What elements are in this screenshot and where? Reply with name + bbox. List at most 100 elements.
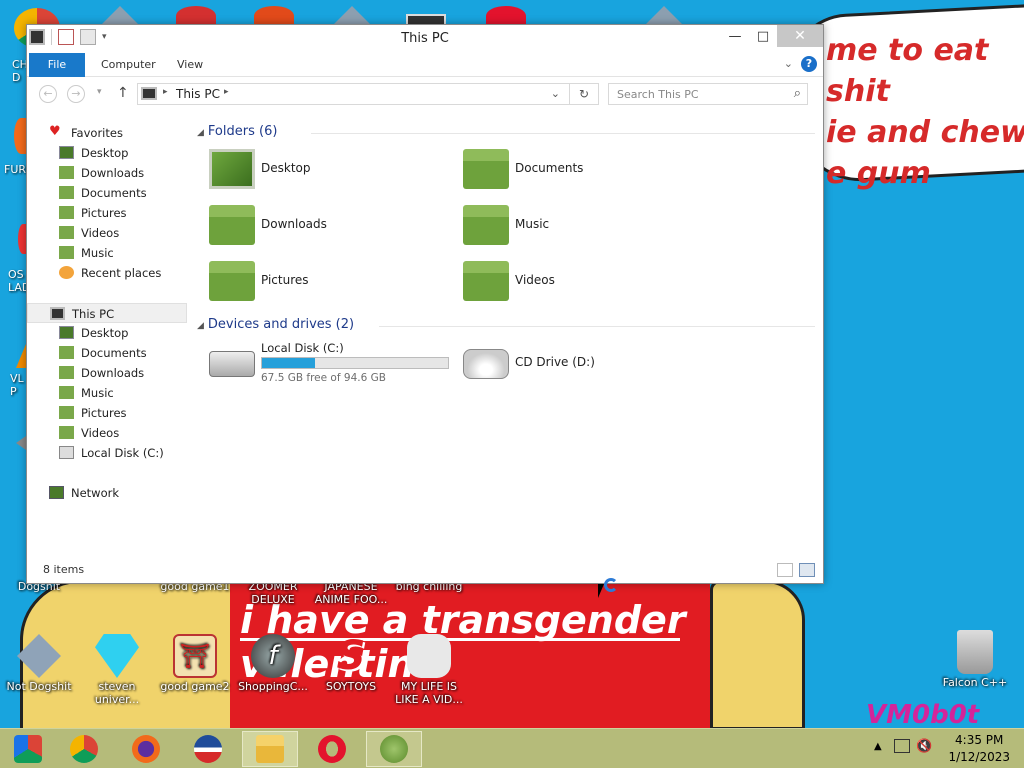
folder-videos[interactable]: Videos [463, 259, 713, 307]
desktop-icon-top[interactable] [486, 6, 526, 26]
drive-local-disk[interactable]: Local Disk (C:) 67.5 GB free of 94.6 GB [209, 341, 459, 389]
nav-favorites[interactable]: ♥ Favorites [27, 123, 187, 143]
tray-chevron-up-icon[interactable]: ▲ [874, 741, 882, 752]
nav-fav-pictures[interactable]: Pictures [27, 203, 187, 223]
address-bar[interactable]: ▸ This PC ▸ ⌄ [137, 83, 599, 105]
nav-pc-pictures[interactable]: Pictures [27, 403, 187, 423]
nav-pc-downloads[interactable]: Downloads [27, 363, 187, 383]
back-button[interactable]: ← [39, 85, 57, 103]
window-controls: — □ ✕ [721, 25, 823, 47]
folder-documents[interactable]: Documents [463, 147, 713, 195]
desktop-folder-icon [59, 146, 74, 159]
up-button[interactable]: ↑ [117, 85, 129, 101]
collapse-arrow-icon: ◢ [197, 321, 204, 331]
folder-downloads[interactable]: Downloads [209, 203, 459, 251]
nav-label: Desktop [81, 326, 129, 340]
desktop-icon-not-dogshit[interactable]: Not Dogshit [0, 634, 78, 693]
refresh-button[interactable]: ↻ [569, 83, 599, 105]
nav-fav-recent-places[interactable]: Recent places [27, 263, 187, 283]
desktop-icon-falcon[interactable]: Falcon C++ [936, 630, 1014, 689]
title-bar[interactable]: ▾ This PC — □ ✕ [27, 25, 823, 53]
chrome-icon [70, 735, 98, 763]
taskbar-opera[interactable] [304, 731, 360, 767]
folder-label: Desktop [261, 161, 311, 175]
details-view-icon[interactable] [777, 563, 793, 577]
address-dropdown-icon[interactable]: ⌄ [551, 87, 560, 100]
folder-pictures[interactable]: Pictures [209, 259, 459, 307]
nav-network[interactable]: Network [27, 483, 187, 503]
nav-label: Videos [81, 426, 120, 440]
folder-music[interactable]: Music [463, 203, 713, 251]
taskbar-chrome[interactable] [56, 731, 112, 767]
help-icon[interactable]: ? [801, 56, 817, 72]
desktop-icon-shopping[interactable]: f ShoppingC... [234, 634, 312, 693]
desktop-icon-top[interactable] [254, 6, 294, 26]
nav-label: Downloads [81, 366, 145, 380]
large-icons-view-icon[interactable] [799, 563, 815, 577]
start-button[interactable] [0, 731, 56, 767]
downloads-folder-icon [59, 366, 74, 379]
desktop-icon-label[interactable]: VL P [10, 372, 24, 398]
search-box[interactable]: Search This PC ⌕ [608, 83, 808, 105]
recent-locations-icon[interactable]: ▾ [97, 87, 102, 97]
search-input[interactable]: Search This PC [617, 88, 699, 101]
clock[interactable]: 4:35 PM 1/12/2023 [948, 732, 1010, 766]
vlc-desktop-icon[interactable] [16, 344, 26, 368]
drive-cd[interactable]: CD Drive (D:) [463, 341, 713, 389]
nav-fav-music[interactable]: Music [27, 243, 187, 263]
minimize-button[interactable]: — [721, 25, 749, 47]
devices-group-header[interactable]: ◢ Devices and drives (2) [197, 317, 354, 332]
desktop-icon-top[interactable] [332, 6, 372, 26]
close-button[interactable]: ✕ [777, 25, 823, 47]
wallpaper-figure-right [710, 580, 805, 728]
nav-pc-music[interactable]: Music [27, 383, 187, 403]
breadcrumb[interactable]: This PC [176, 87, 220, 101]
tab-file[interactable]: File [29, 53, 85, 77]
group-divider [311, 133, 815, 134]
network-icon[interactable] [894, 739, 910, 753]
nav-label: Desktop [81, 146, 129, 160]
videos-folder-icon [463, 261, 509, 301]
opera-icon [318, 735, 346, 763]
desktop-icon-top[interactable] [644, 6, 684, 26]
search-icon[interactable]: ⌕ [794, 86, 801, 101]
taskbar-obama[interactable] [180, 731, 236, 767]
desktop-icon-my-life[interactable]: MY LIFE IS LIKE A VID... [390, 634, 468, 706]
maximize-button[interactable]: □ [749, 25, 777, 47]
desktop-icon-good-game2[interactable]: ⛩ good game2 [156, 634, 234, 693]
nav-fav-desktop[interactable]: Desktop [27, 143, 187, 163]
nav-pc-local-disk[interactable]: Local Disk (C:) [27, 443, 187, 463]
nav-pc-desktop[interactable]: Desktop [27, 323, 187, 343]
tab-view[interactable]: View [167, 53, 213, 77]
expand-ribbon-icon[interactable]: ⌄ [784, 57, 793, 70]
nav-fav-documents[interactable]: Documents [27, 183, 187, 203]
system-tray: ▲ 🔇 4:35 PM 1/12/2023 [864, 729, 1024, 768]
desktop-icon-label: SOYTOYS [325, 680, 377, 693]
desktop-icon-soytoys[interactable]: S SOYTOYS [312, 634, 390, 693]
folders-group-header[interactable]: ◢ Folders (6) [197, 124, 277, 139]
nav-pc-documents[interactable]: Documents [27, 343, 187, 363]
downloads-folder-icon [59, 166, 74, 179]
taskbar-firefox[interactable] [118, 731, 174, 767]
taskbar-messenger[interactable] [366, 731, 422, 767]
recycle-bin-icon [957, 630, 993, 674]
desktop-icon-label[interactable]: FUR [4, 163, 26, 176]
nav-fav-videos[interactable]: Videos [27, 223, 187, 243]
desktop-icon-steven-universe[interactable]: steven univer... [78, 634, 156, 706]
nav-pc-videos[interactable]: Videos [27, 423, 187, 443]
desktop-icon-partial[interactable] [16, 436, 26, 450]
volume-muted-icon[interactable]: 🔇 [916, 739, 932, 754]
nav-label: Pictures [81, 406, 127, 420]
taskbar-file-explorer[interactable] [242, 731, 298, 767]
folder-desktop[interactable]: Desktop [209, 147, 459, 195]
nav-fav-downloads[interactable]: Downloads [27, 163, 187, 183]
desktop-icon-top[interactable] [100, 6, 140, 26]
forward-button[interactable]: → [67, 85, 85, 103]
desktop-icon-top[interactable] [176, 6, 216, 26]
breadcrumb-separator-icon[interactable]: ▸ [224, 87, 229, 97]
disk-usage-fill [262, 358, 316, 368]
tab-computer[interactable]: Computer [91, 53, 166, 77]
nav-label: Pictures [81, 206, 127, 220]
collapse-arrow-icon: ◢ [197, 128, 204, 138]
nav-this-pc[interactable]: This PC [27, 303, 187, 323]
